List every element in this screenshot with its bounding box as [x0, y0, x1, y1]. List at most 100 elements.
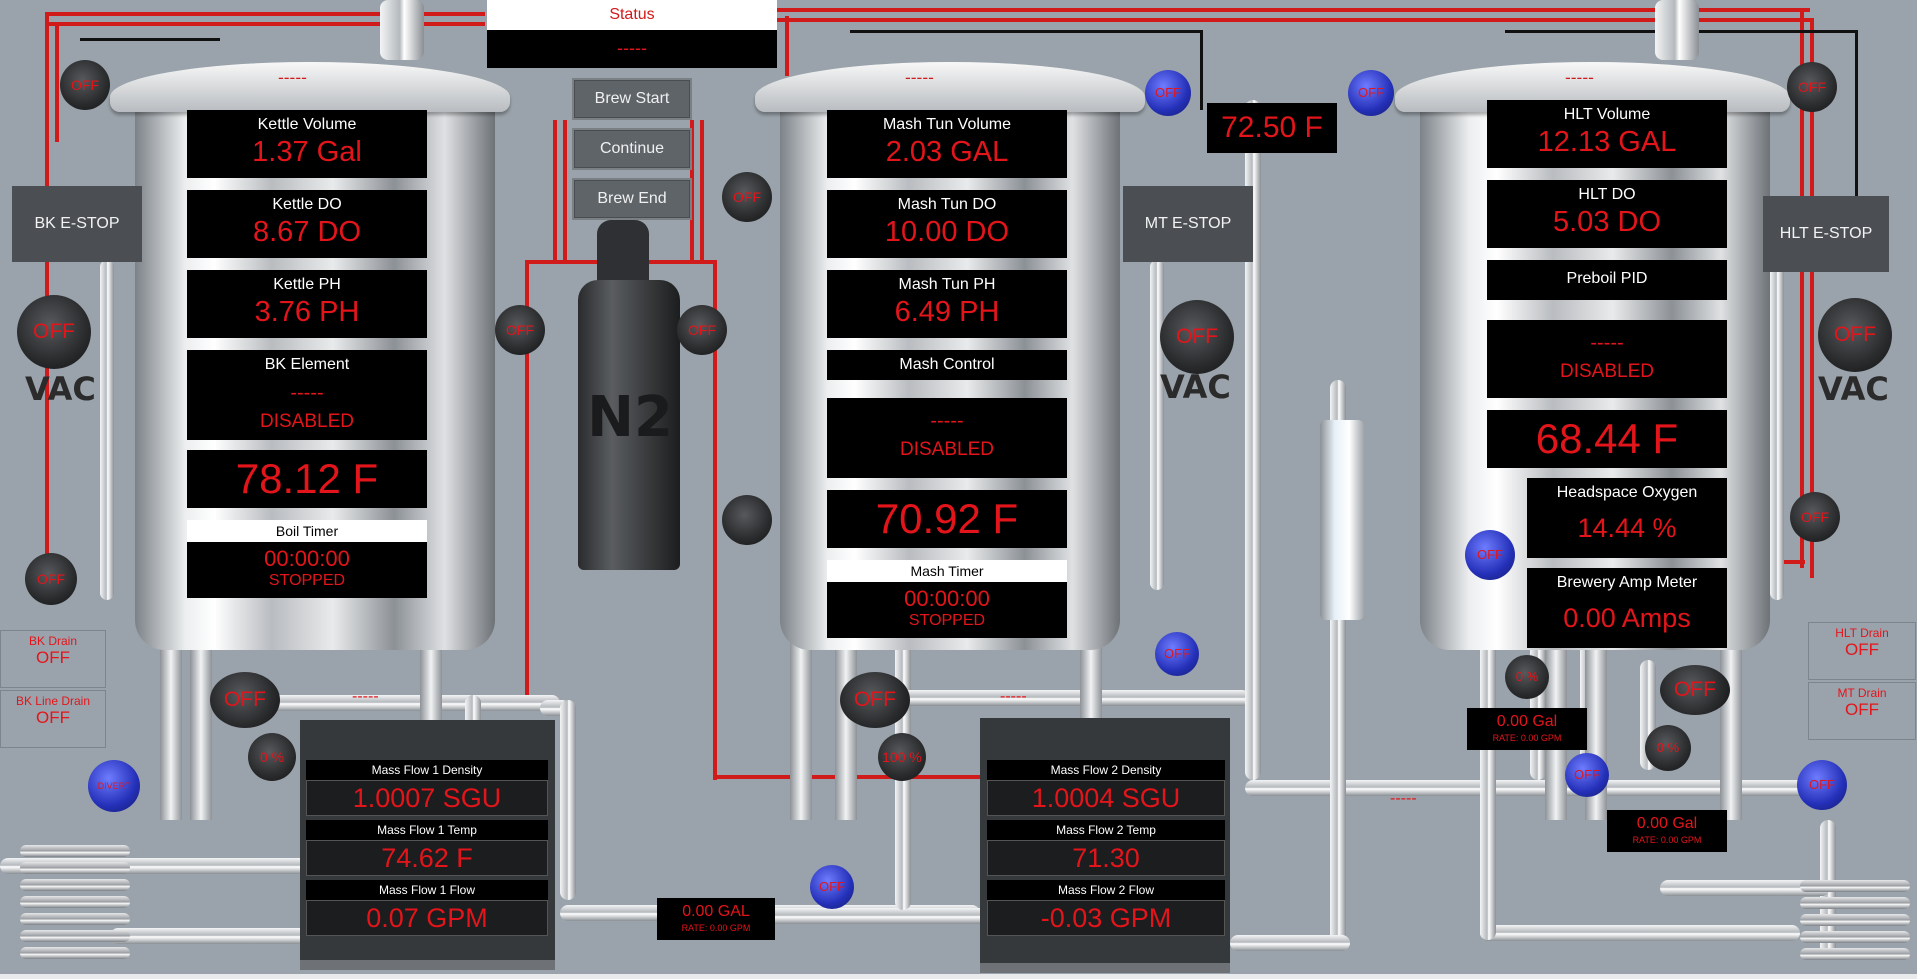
status-title: Status — [487, 0, 777, 30]
brewery-amp-value: 0.00 Amps — [1563, 603, 1691, 633]
headspace-oxygen-value: 14.44 % — [1577, 513, 1677, 543]
mash-do-panel: Mash Tun DO 10.00 DO — [827, 190, 1067, 258]
hlt-pct-valve-1[interactable]: 0 % — [1505, 655, 1549, 699]
headspace-oxygen-label: Headspace Oxygen — [1556, 484, 1698, 501]
bk-element-state: DISABLED — [260, 411, 354, 432]
boil-timer: 00:00:00 STOPPED — [187, 542, 427, 598]
mash-ph-panel: Mash Tun PH 6.49 PH — [827, 270, 1067, 338]
kettle-ph-value: 3.76 PH — [254, 296, 360, 328]
brew-start-button[interactable]: Brew Start — [572, 78, 692, 120]
hlt-drain-toggle[interactable]: HLT Drain OFF — [1808, 622, 1916, 680]
mt-pct-valve[interactable]: 100 % — [878, 733, 926, 781]
hlt-temp: 68.44 F — [1487, 410, 1727, 468]
mt-outlet-pump[interactable]: OFF — [840, 672, 910, 728]
hlt-vac-pump[interactable]: OFF — [1818, 298, 1892, 372]
mass-flow-1-density-label: Mass Flow 1 Density — [306, 760, 548, 780]
bk-divert-valve[interactable]: DIVERT — [88, 760, 140, 812]
hlt-pct-valve-2[interactable]: 0 % — [1645, 725, 1691, 771]
mash-timer-time: 00:00:00 — [904, 586, 990, 611]
mass-flow-2-flow-value: -0.03 GPM — [987, 900, 1225, 936]
kettle-volume-label: Kettle Volume — [257, 116, 357, 133]
mash-volume-panel: Mash Tun Volume 2.03 GAL — [827, 110, 1067, 178]
mash-timer: 00:00:00 STOPPED — [827, 582, 1067, 638]
mash-control-state: DISABLED — [900, 439, 994, 460]
bk-drain-value: OFF — [36, 648, 70, 667]
mash-control-label: Mash Control — [899, 356, 995, 373]
hlt-volume-panel: HLT Volume 12.13 GAL — [1487, 100, 1727, 168]
boil-timer-label: Boil Timer — [187, 520, 427, 542]
bk-pct-valve[interactable]: 0 % — [248, 733, 296, 781]
hlt-gallon-2-rate: RATE: 0.00 GPM — [1632, 835, 1702, 845]
mt-vac-label: VAC — [1160, 368, 1231, 406]
bk-element-panel[interactable]: BK Element ----- DISABLED — [187, 350, 427, 440]
mass-flow-1-temp-label: Mass Flow 1 Temp — [306, 820, 548, 840]
preboil-pid-panel[interactable]: ----- DISABLED — [1487, 320, 1727, 398]
hlt-outlet-pump[interactable]: OFF — [1660, 665, 1730, 715]
mt-vac-pump[interactable]: OFF — [1160, 300, 1234, 374]
bk-line-drain-toggle[interactable]: BK Line Drain OFF — [0, 690, 106, 748]
bk-element-dash: ----- — [290, 382, 324, 404]
hlt-top-pump[interactable]: OFF — [1787, 62, 1837, 112]
boil-timer-state: STOPPED — [268, 572, 346, 589]
mass-flow-1-flow-value: 0.07 GPM — [306, 900, 548, 936]
bk-bottom-pump[interactable]: OFF — [25, 553, 77, 605]
mash-control-panel[interactable]: ----- DISABLED — [827, 398, 1067, 478]
mash-temp: 70.92 F — [827, 490, 1067, 548]
hlt-mid-valve[interactable]: OFF — [1565, 753, 1609, 797]
n2-label: N2 — [587, 385, 673, 450]
hlt-estop-button[interactable]: HLT E-STOP — [1763, 196, 1889, 272]
mt-drain-toggle[interactable]: MT Drain OFF — [1808, 682, 1916, 740]
mass-flow-2-temp-label: Mass Flow 2 Temp — [987, 820, 1225, 840]
mash-timer-label: Mash Timer — [827, 560, 1067, 582]
hlt-left-valve[interactable]: OFF — [1465, 530, 1515, 580]
bk-element-label: BK Element — [264, 356, 350, 373]
bk-outlet-pump[interactable]: OFF — [210, 672, 280, 728]
bk-drain-toggle[interactable]: BK Drain OFF — [0, 630, 106, 688]
bk-line-drain-value: OFF — [36, 708, 70, 727]
center-gallon-counter: 0.00 GAL RATE: 0.00 GPM — [657, 898, 775, 940]
bk-outlet-status: ----- — [352, 688, 379, 705]
brew-end-button[interactable]: Brew End — [572, 178, 692, 220]
n2-right-pump[interactable]: OFF — [677, 305, 727, 355]
mt-left-top-pump[interactable]: OFF — [722, 172, 772, 222]
brewery-amp-label: Brewery Amp Meter — [1556, 574, 1698, 591]
headspace-oxygen-panel: Headspace Oxygen 14.44 % — [1527, 478, 1727, 558]
kettle-temp: 78.12 F — [187, 450, 427, 508]
status-value: ----- — [617, 38, 647, 58]
hlt-line-status: ----- — [1390, 790, 1417, 807]
mass-flow-2-flow-label: Mass Flow 2 Flow — [987, 880, 1225, 900]
hlt-volume-value: 12.13 GAL — [1537, 126, 1677, 158]
hlt-do-label: HLT DO — [1578, 186, 1636, 203]
mt-top-left-valve[interactable]: OFF — [1145, 70, 1191, 116]
mt-left-lower-pump[interactable] — [722, 495, 772, 545]
mass-flow-2-temp-value: 71.30 — [987, 840, 1225, 876]
center-gallon-rate: RATE: 0.00 GPM — [681, 923, 751, 933]
bk-estop-button[interactable]: BK E-STOP — [12, 186, 142, 262]
mt-bottom-valve[interactable]: OFF — [1155, 632, 1199, 676]
kettle-do-panel: Kettle DO 8.67 DO — [187, 190, 427, 258]
mash-volume-value: 2.03 GAL — [885, 136, 1009, 168]
preboil-pid-header: Preboil PID — [1487, 260, 1727, 300]
mt-drain-value: OFF — [1845, 700, 1879, 719]
boil-timer-time: 00:00:00 — [264, 546, 350, 571]
mash-timer-state: STOPPED — [908, 612, 986, 629]
kettle-ph-label: Kettle PH — [273, 276, 341, 293]
n2-left-pump[interactable]: OFF — [495, 305, 545, 355]
hlt-gallon-counter-2: 0.00 Gal RATE: 0.00 GPM — [1607, 810, 1727, 852]
hlt-right-valve[interactable]: OFF — [1797, 760, 1847, 810]
bk-top-pump[interactable]: OFF — [60, 60, 110, 110]
continue-button[interactable]: Continue — [572, 128, 692, 170]
bk-vac-pump[interactable]: OFF — [17, 295, 91, 369]
preboil-pid-state: DISABLED — [1560, 361, 1654, 382]
bk-drain-label: BK Drain — [28, 634, 78, 648]
center-bottom-valve[interactable]: OFF — [810, 865, 854, 909]
hlt-vac-label: VAC — [1818, 370, 1889, 408]
hlt-gallon-1-value: 0.00 Gal — [1496, 713, 1558, 730]
mt-estop-button[interactable]: MT E-STOP — [1123, 186, 1253, 262]
kettle-do-label: Kettle DO — [272, 196, 342, 213]
mass-flow-1-temp-value: 74.62 F — [306, 840, 548, 876]
mt-top-right-valve[interactable]: OFF — [1348, 70, 1394, 116]
kettle-do-value: 8.67 DO — [253, 216, 361, 248]
hlt-side-pump[interactable]: OFF — [1790, 492, 1840, 542]
transfer-temp: 72.50 F — [1207, 103, 1337, 153]
